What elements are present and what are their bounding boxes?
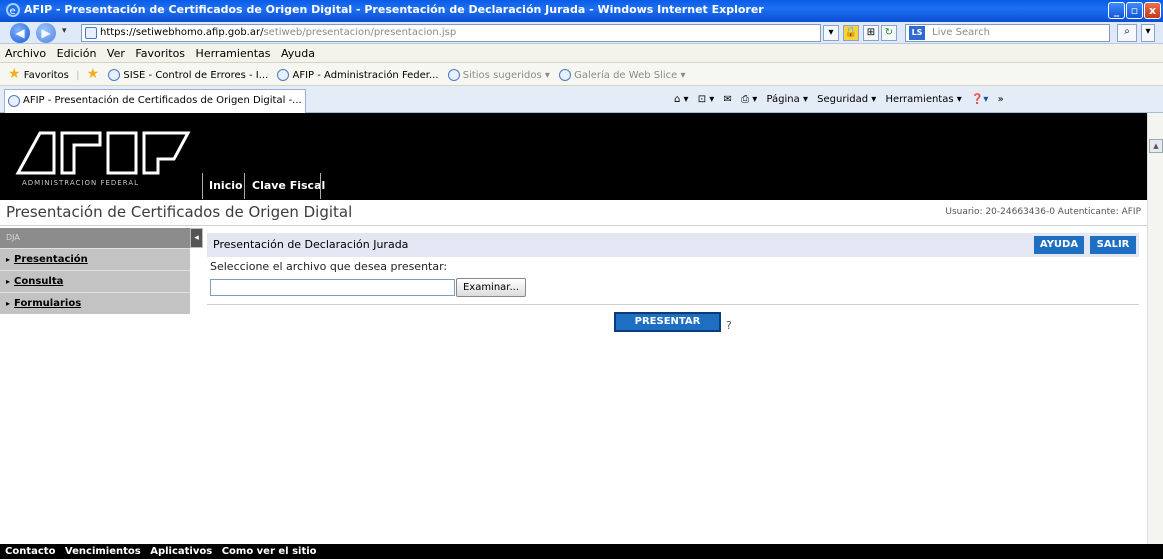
fav-web-slice-gallery[interactable]: Galería de Web Slice ▾ xyxy=(574,70,685,81)
tab-afip[interactable]: AFIP - Presentación de Certificados de O… xyxy=(4,89,306,113)
favorites-bar: ★ Favoritos | ★ SISE - Control de Errore… xyxy=(0,63,1163,86)
salir-button[interactable]: SALIR xyxy=(1090,236,1136,254)
help-link[interactable]: ? xyxy=(726,319,732,332)
home-icon[interactable]: ⌂ ▾ xyxy=(674,94,689,105)
app-subheader: Presentación de Certificados de Origen D… xyxy=(0,200,1147,226)
footer-contacto[interactable]: Contacto xyxy=(5,546,55,557)
internet-explorer-icon: e xyxy=(6,3,20,17)
divider xyxy=(207,304,1139,305)
search-placeholder: Live Search xyxy=(932,27,990,38)
page-menu[interactable]: Página ▾ xyxy=(766,94,808,105)
print-icon[interactable]: ⎙ ▾ xyxy=(741,94,757,105)
nav-inicio[interactable]: Inicio xyxy=(209,173,243,199)
file-path-input[interactable] xyxy=(210,279,455,296)
maximize-button[interactable]: ▫ xyxy=(1126,2,1143,19)
browse-button[interactable]: Examinar... xyxy=(456,278,526,297)
menu-bar: Archivo Edición Ver Favoritos Herramient… xyxy=(0,44,1163,63)
tab-label: AFIP - Presentación de Certificados de O… xyxy=(23,95,302,106)
search-options-icon[interactable]: ▾ xyxy=(1141,24,1155,42)
chevron-right-icon: ▸ xyxy=(6,277,11,286)
ie-page-icon xyxy=(277,69,290,81)
help-icon[interactable]: ❓▾ xyxy=(971,94,988,105)
footer-vencimientos[interactable]: Vencimientos xyxy=(65,546,141,557)
presentar-button[interactable]: PRESENTAR xyxy=(614,312,721,332)
command-bar: ⌂ ▾ ⊡ ▾ ✉ ⎙ ▾ Página ▾ Seguridad ▾ Herra… xyxy=(668,86,1004,113)
vertical-scrollbar[interactable]: ▲ xyxy=(1147,113,1163,544)
mail-icon[interactable]: ✉ xyxy=(724,94,732,105)
divider xyxy=(202,173,203,199)
chevron-right-icon: ▸ xyxy=(6,299,11,308)
sidebar-item-label: Presentación xyxy=(14,254,88,265)
chevron-right-icon: ▸ xyxy=(6,255,11,264)
url-main: https://setiwebhomo.afip.gob.ar/ xyxy=(100,27,264,38)
scroll-up-icon[interactable]: ▲ xyxy=(1149,139,1163,153)
ie-page-icon xyxy=(8,95,20,107)
tools-menu[interactable]: Herramientas ▾ xyxy=(885,94,961,105)
url-dropdown-icon[interactable]: ▾ xyxy=(823,25,839,41)
menu-ver[interactable]: Ver xyxy=(107,47,125,60)
menu-archivo[interactable]: Archivo xyxy=(5,47,46,60)
panel-header: Presentación de Declaración Jurada AYUDA… xyxy=(207,233,1139,257)
panel-title: Presentación de Declaración Jurada xyxy=(213,238,409,251)
svg-text:e: e xyxy=(10,6,16,17)
sidebar-collapse-icon[interactable]: ◂ xyxy=(190,228,203,248)
lock-icon[interactable]: 🔒 xyxy=(843,25,859,41)
divider xyxy=(320,173,321,199)
ie-page-icon xyxy=(108,69,121,81)
url-path: setiweb/presentacion/presentacion.jsp xyxy=(263,27,457,38)
ie-page-icon xyxy=(559,69,572,81)
minimize-button[interactable]: _ xyxy=(1108,2,1125,19)
menu-ayuda[interactable]: Ayuda xyxy=(281,47,315,60)
divider: | xyxy=(76,70,80,81)
page-title: Presentación de Certificados de Origen D… xyxy=(6,203,353,221)
live-search-icon: LS xyxy=(909,26,925,40)
sidebar-header: DJA xyxy=(0,228,190,248)
add-favorite-icon[interactable]: ★ xyxy=(87,66,100,82)
menu-edicion[interactable]: Edición xyxy=(57,47,97,60)
logo-subtitle: ADMINISTRACION FEDERAL xyxy=(22,179,140,187)
url-input[interactable]: https://setiwebhomo.afip.gob.ar/setiweb/… xyxy=(81,24,821,42)
nav-clave-fiscal[interactable]: Clave Fiscal xyxy=(252,173,325,199)
compat-view-icon[interactable]: ⊞ xyxy=(863,25,879,41)
feeds-icon[interactable]: ⊡ ▾ xyxy=(698,94,715,105)
forward-button[interactable]: ▶ xyxy=(36,23,56,43)
fav-suggested-sites[interactable]: Sitios sugeridos ▾ xyxy=(463,70,550,81)
chevron-right-icon[interactable]: » xyxy=(998,94,1004,105)
page-icon xyxy=(85,27,97,39)
search-icon[interactable]: ⌕ xyxy=(1117,24,1137,42)
history-dropdown-icon[interactable]: ▾ xyxy=(62,26,67,36)
sidebar-item-consulta[interactable]: ▸ Consulta xyxy=(0,270,190,292)
user-info: Usuario: 20-24663436-0 Autenticante: AFI… xyxy=(945,207,1141,217)
footer-aplicativos[interactable]: Aplicativos xyxy=(150,546,212,557)
sidebar-item-label: Consulta xyxy=(14,276,64,287)
address-bar: ◀ ▶ ▾ https://setiwebhomo.afip.gob.ar/se… xyxy=(0,22,1163,44)
menu-favoritos[interactable]: Favoritos xyxy=(135,47,185,60)
search-input[interactable]: LS Live Search xyxy=(905,24,1110,42)
sidebar-item-presentacion[interactable]: ▸ Presentación xyxy=(0,248,190,270)
afip-logo xyxy=(15,131,191,175)
ie-page-icon xyxy=(447,69,460,81)
sidebar-item-formularios[interactable]: ▸ Formularios xyxy=(0,292,190,314)
refresh-icon[interactable]: ↻ xyxy=(881,25,897,41)
footer-como-ver[interactable]: Como ver el sitio xyxy=(222,546,317,557)
favorites-star-icon[interactable]: ★ xyxy=(8,66,21,82)
divider xyxy=(244,173,245,199)
menu-herramientas[interactable]: Herramientas xyxy=(196,47,271,60)
footer: Contacto Vencimientos Aplicativos Como v… xyxy=(0,544,1163,559)
favorites-button[interactable]: Favoritos xyxy=(24,70,69,81)
fav-link-afip[interactable]: AFIP - Administración Feder... xyxy=(292,70,438,81)
window-titlebar: e AFIP - Presentación de Certificados de… xyxy=(0,0,1163,22)
sidebar-item-label: Formularios xyxy=(14,298,82,309)
afip-header: ADMINISTRACION FEDERAL Inicio Clave Fisc… xyxy=(0,113,1147,200)
window-title: AFIP - Presentación de Certificados de O… xyxy=(24,3,764,16)
back-button[interactable]: ◀ xyxy=(10,23,30,43)
ayuda-button[interactable]: AYUDA xyxy=(1034,236,1084,254)
file-prompt-label: Seleccione el archivo que desea presenta… xyxy=(210,260,448,273)
sidebar: DJA ▸ Presentación ▸ Consulta ▸ Formularios xyxy=(0,228,190,318)
fav-link-sise[interactable]: SISE - Control de Errores - I... xyxy=(123,70,268,81)
tab-bar: AFIP - Presentación de Certificados de O… xyxy=(0,86,1163,113)
close-button[interactable]: x xyxy=(1144,2,1161,19)
security-menu[interactable]: Seguridad ▾ xyxy=(817,94,876,105)
